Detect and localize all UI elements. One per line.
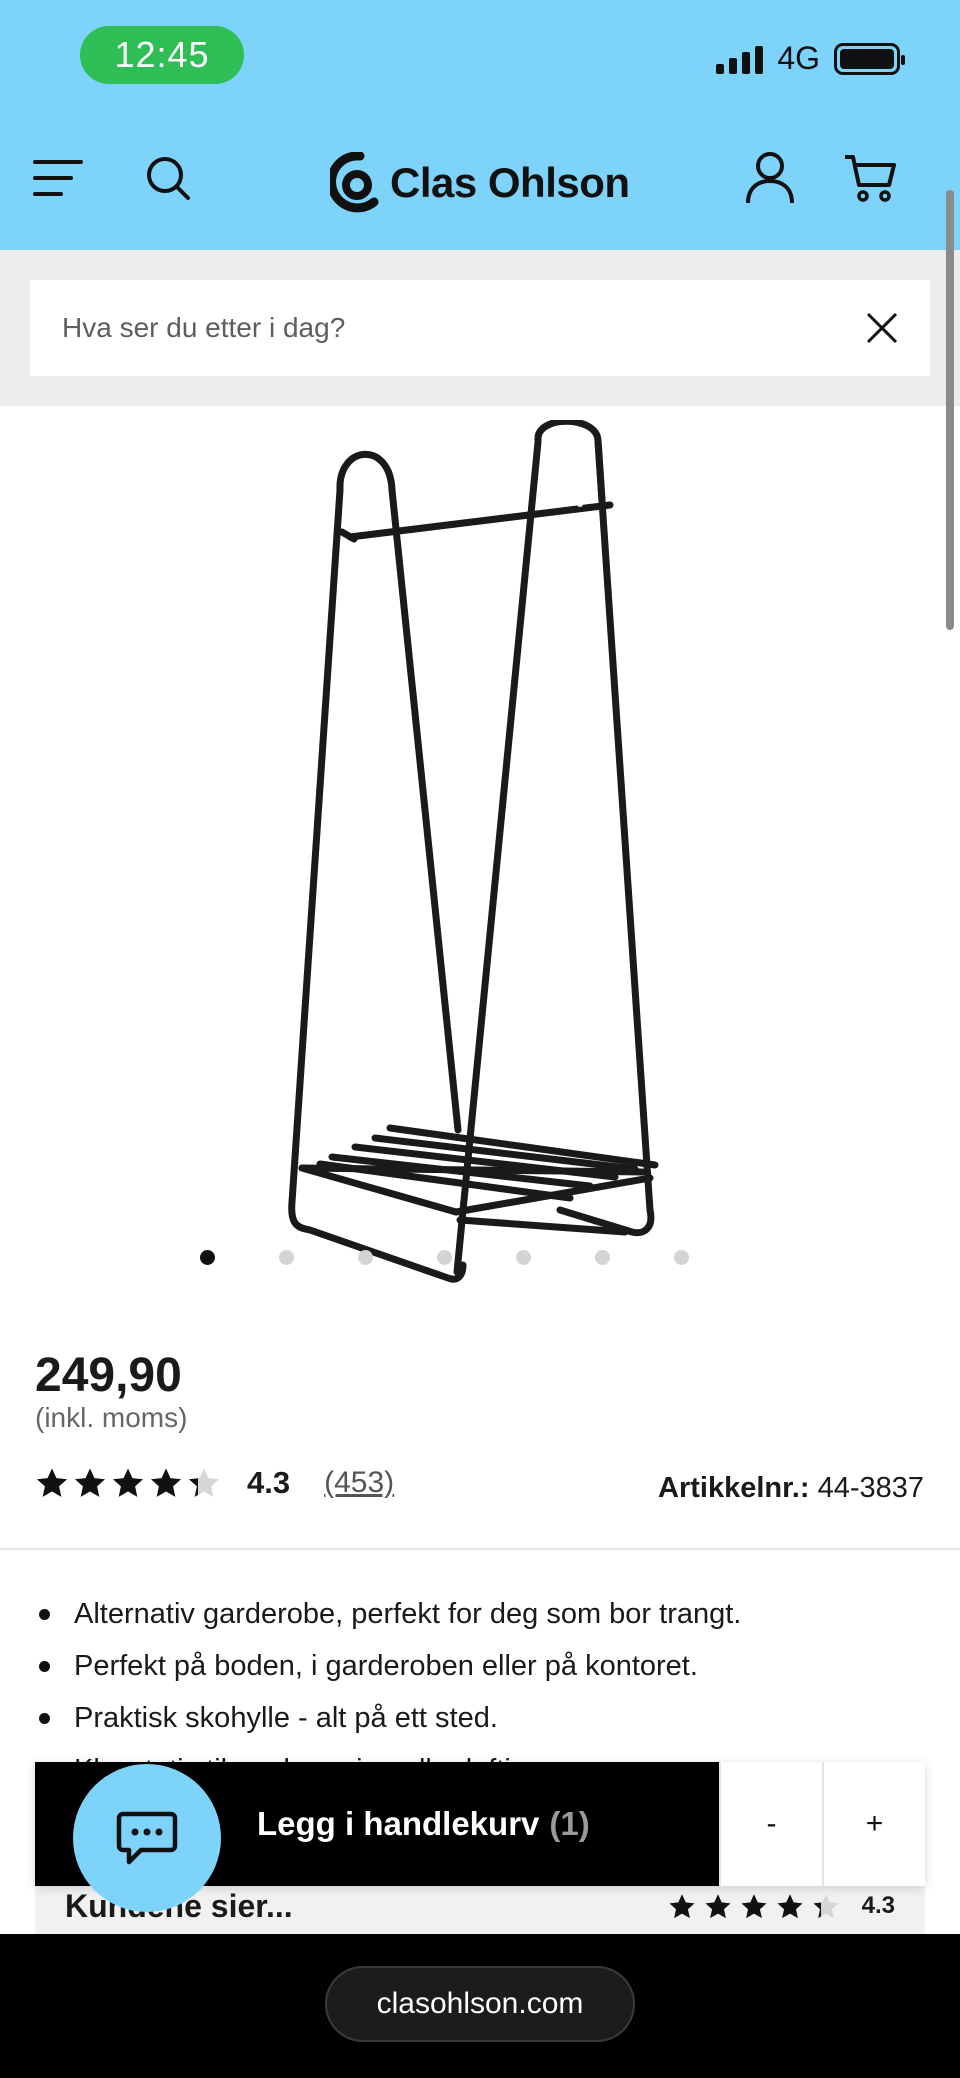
feature-list: Alternativ garderobe, perfekt for deg so…: [35, 1588, 935, 1764]
feature-item: Perfekt på boden, i garderoben eller på …: [35, 1640, 935, 1692]
product-image[interactable]: [270, 417, 670, 1290]
address-bar[interactable]: clasohlson.com: [325, 1966, 635, 2042]
star-icon: [669, 1893, 695, 1918]
cart-count: (1): [549, 1805, 590, 1842]
network-label: 4G: [777, 40, 820, 76]
search-icon[interactable]: [140, 150, 196, 206]
increase-quantity-button[interactable]: +: [822, 1762, 925, 1886]
star-icon: [741, 1893, 767, 1918]
product-rating: 4.3 (453): [35, 1465, 394, 1501]
rating-stars: [35, 1467, 221, 1499]
chat-button[interactable]: [73, 1764, 221, 1912]
feature-item: Alternativ garderobe, perfekt for deg so…: [35, 1588, 935, 1640]
status-time: 12:45: [80, 26, 244, 84]
decrease-quantity-button[interactable]: -: [719, 1762, 822, 1886]
add-to-cart-label: Legg i handlekurv: [257, 1805, 540, 1842]
partial-star-icon: [188, 1468, 220, 1497]
feature-item: Praktisk skohylle - alt på ett sted.: [35, 1692, 935, 1744]
brand-logo[interactable]: Clas Ohlson: [330, 150, 630, 216]
article-value: 44-3837: [817, 1472, 924, 1504]
carousel-dot[interactable]: [200, 1250, 215, 1265]
page-scrollbar[interactable]: [946, 190, 954, 630]
carousel-dot[interactable]: [674, 1250, 689, 1265]
browser-toolbar: clasohlson.com: [0, 1934, 960, 2078]
brand-name: Clas Ohlson: [390, 159, 630, 206]
chat-icon: [116, 1811, 178, 1865]
clothes-rack-image: [288, 417, 659, 1283]
star-icon: [36, 1468, 68, 1497]
status-icons: 4G: [716, 40, 905, 77]
menu-icon[interactable]: [30, 150, 86, 206]
carousel-dot[interactable]: [516, 1250, 531, 1265]
star-icon: [150, 1468, 182, 1497]
reviews-rating: 4.3: [668, 1892, 895, 1920]
image-carousel-dots: [200, 1250, 689, 1265]
review-count-link[interactable]: (453): [324, 1466, 394, 1500]
feature-item: Klesstativ til oppbevaring eller lufting…: [35, 1744, 935, 1764]
carousel-dot[interactable]: [437, 1250, 452, 1265]
divider: [0, 1548, 960, 1550]
brand-mark-icon: [330, 152, 379, 213]
account-icon[interactable]: [742, 150, 798, 206]
search-input[interactable]: [62, 312, 842, 344]
search-section: [0, 250, 960, 406]
carousel-dot[interactable]: [595, 1250, 610, 1265]
search-box[interactable]: [30, 280, 930, 376]
article-label: Artikkelnr.:: [658, 1472, 810, 1504]
star-icon: [705, 1893, 731, 1918]
cart-icon[interactable]: [842, 150, 898, 206]
product-price: 249,90: [35, 1349, 182, 1402]
top-header: 12:45 4G Clas Ohlson: [0, 0, 960, 250]
star-icon: [112, 1468, 144, 1497]
reviews-rating-value: 4.3: [861, 1892, 895, 1919]
close-icon[interactable]: [862, 308, 902, 348]
partial-star-icon: [813, 1893, 839, 1918]
carousel-dot[interactable]: [358, 1250, 373, 1265]
vat-note: (inkl. moms): [35, 1402, 188, 1433]
star-icon: [777, 1893, 803, 1918]
battery-icon: [834, 42, 905, 75]
carousel-dot[interactable]: [279, 1250, 294, 1265]
star-icon: [74, 1468, 106, 1497]
article-number: Artikkelnr.: 44-3837: [658, 1472, 924, 1505]
signal-icon: [716, 44, 764, 74]
rating-value: 4.3: [247, 1465, 291, 1500]
